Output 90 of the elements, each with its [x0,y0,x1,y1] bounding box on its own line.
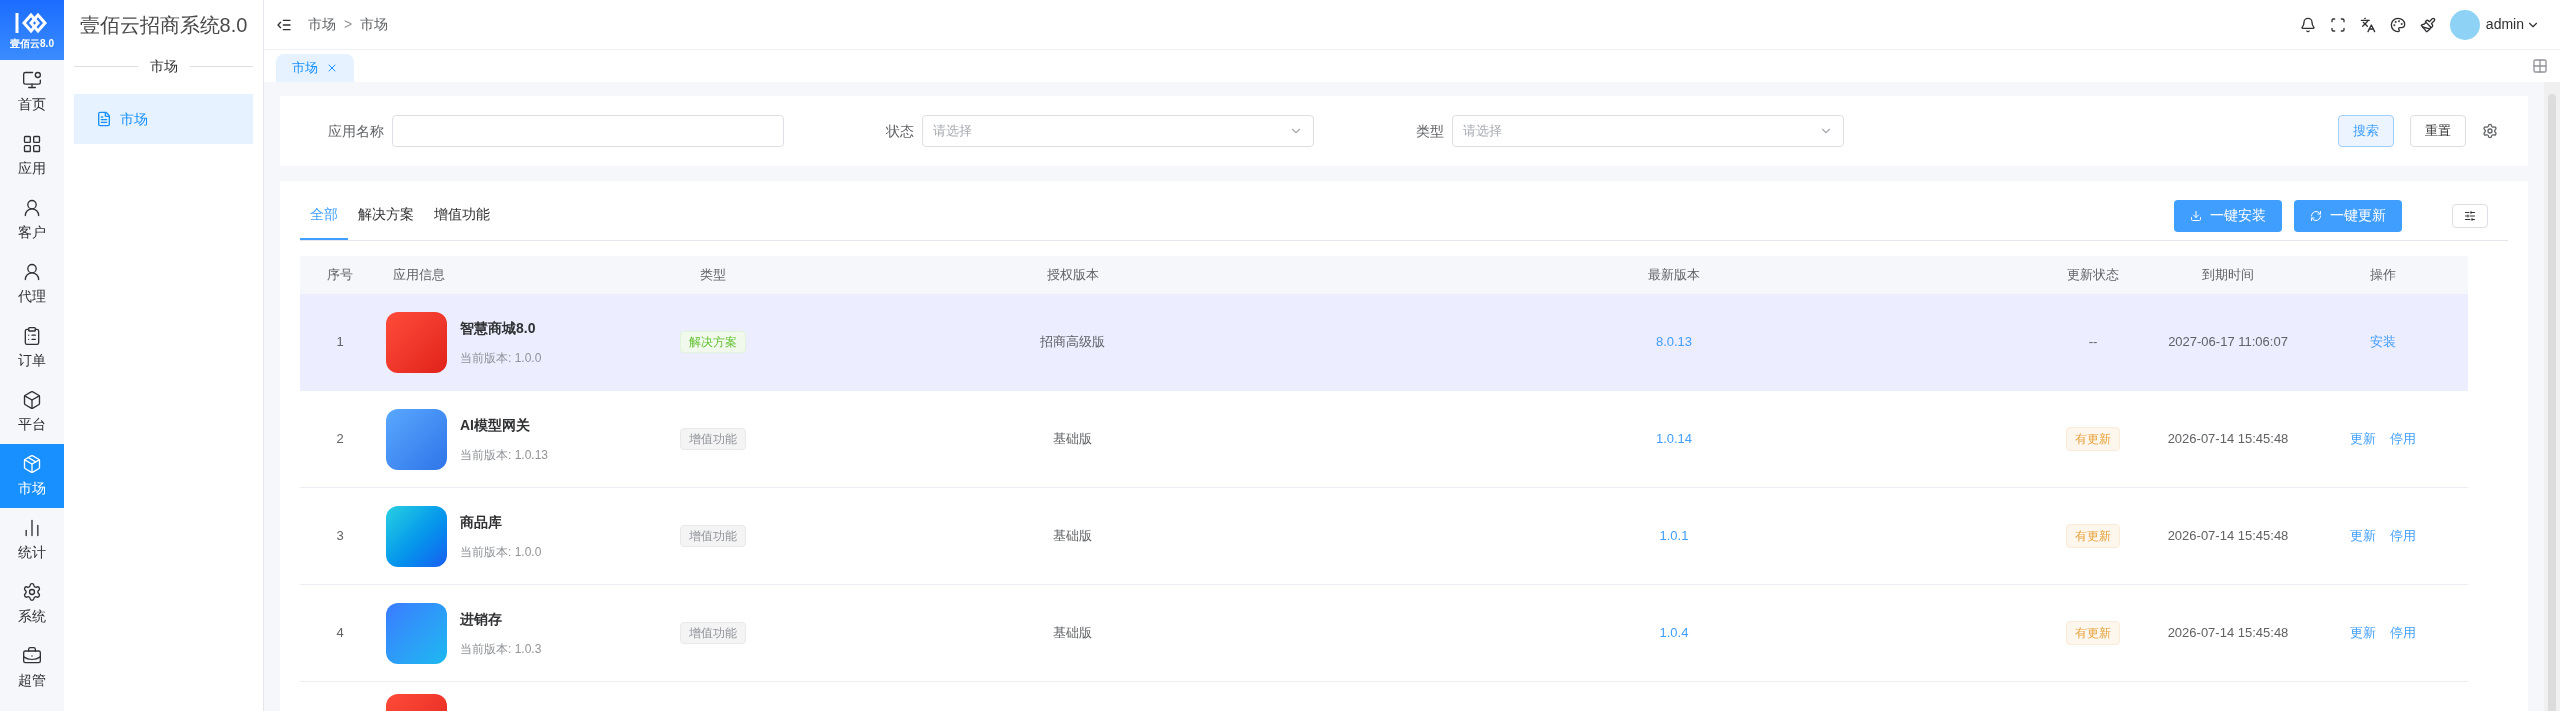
palette-icon[interactable] [2389,16,2406,33]
filter-label: 应用名称 [327,121,384,141]
sliders-icon [2464,209,2476,222]
current-version: 当前版本: 1.0.13 [460,446,549,464]
nav-item[interactable]: 平台 [0,380,64,444]
settings-icon[interactable] [2482,123,2498,139]
document-icon [96,111,112,127]
type-tag: 增值功能 [679,525,746,547]
latest-version: 1.0.1 [1658,527,1690,546]
license-edition: 基础版 [1052,527,1093,546]
expiry-time: 2026-07-14 15:45:48 [2166,527,2290,546]
nav-item[interactable]: 超管 [0,636,64,700]
app-title: 壹佰云招商系统8.0 [78,13,249,38]
update-status: -- [2088,333,2098,352]
type-tag: 增值功能 [679,428,746,450]
app-name: 智慧商城8.0 [460,318,537,338]
column-header: 应用信息 [392,266,446,285]
type-tag: 解决方案 [679,331,746,353]
expiry-time: 2026-07-14 15:45:48 [2166,430,2290,449]
current-version: 当前版本: 1.0.0 [460,349,542,367]
column-header: 更新状态 [2066,266,2120,285]
briefcase-icon [22,645,42,666]
grid-icon [22,133,42,154]
grid-icon[interactable] [2532,58,2548,74]
latest-version: 1.0.4 [1658,624,1690,643]
latest-version: 8.0.13 [1654,333,1694,352]
row-number: 2 [335,430,345,449]
nav-item[interactable]: 系统 [0,572,64,636]
filter-label: 状态 [885,121,914,141]
current-version: 当前版本: 1.0.3 [460,640,542,658]
column-header: 到期时间 [2201,266,2255,285]
breadcrumb-separator: > [344,15,353,34]
column-header: 操作 [2369,266,2397,285]
user-icon [22,197,42,218]
row-number: 3 [335,527,345,546]
nav-item[interactable]: 订单 [0,316,64,380]
app-icon [386,408,447,470]
category-tab[interactable]: 增值功能 [424,191,500,240]
expiry-time: 2026-07-14 15:45:48 [2166,624,2290,643]
row-number: 1 [335,333,345,352]
column-settings-button[interactable] [2452,203,2488,228]
license-edition: 基础版 [1052,624,1093,643]
app-icon [386,505,447,567]
current-version: 当前版本: 1.0.0 [460,543,542,561]
update-tag: 有更新 [2066,524,2120,548]
column-header: 授权版本 [1045,266,1100,285]
nav-item[interactable]: 客户 [0,188,64,252]
breadcrumb-item: 市场 [360,15,389,34]
app-name: 商品库 [460,512,503,532]
submenu-heading: 市场 [149,56,178,76]
filter-label: 类型 [1415,121,1444,141]
update-tag: 有更新 [2066,427,2120,451]
row-number: 4 [335,624,345,643]
column-header: 最新版本 [1647,266,1701,285]
nav-item[interactable]: 统计 [0,508,64,572]
app-name: 进销存 [460,609,503,629]
type-tag: 增值功能 [679,622,746,644]
input-field[interactable] [392,115,784,147]
category-tab[interactable]: 解决方案 [348,191,424,240]
app-icon [386,602,447,664]
breadcrumb-item[interactable]: 市场 [308,14,336,35]
nav-item[interactable]: 代理 [0,252,64,316]
fullscreen-icon[interactable] [2329,16,2346,33]
logo-text: 壹佰云8.0 [10,36,54,51]
app-icon [386,311,447,373]
translate-icon[interactable] [2359,16,2376,33]
settings-icon [22,581,42,602]
latest-version: 1.0.14 [1654,430,1694,449]
monitor-icon [22,69,42,90]
column-header: 类型 [698,266,727,285]
table-row[interactable]: 1 智慧商城8.0 当前版本: 1.0.0 解决方案 招商高级版 8.0.13 -- 2027-06-17 11:06:07 安装 [300,294,2468,391]
bell-icon[interactable] [2299,16,2316,33]
clipboard-icon [22,325,42,346]
download-icon [2190,209,2202,222]
brush-icon[interactable] [2419,16,2436,33]
update-tag: 有更新 [2066,621,2120,645]
reset-button[interactable]: 重置 [2410,115,2466,147]
expiry-time: 2027-06-17 11:06:07 [2167,333,2289,352]
license-edition: 基础版 [1052,430,1093,449]
column-header: 序号 [326,266,354,285]
nav-item[interactable]: 首页 [0,60,64,124]
license-edition: 招商高级版 [1039,333,1106,352]
close-icon[interactable] [326,62,338,74]
cube-icon [22,389,42,410]
user-icon [22,261,42,282]
package-icon [22,453,42,474]
user-name[interactable]: admin [2485,14,2524,35]
app-name: AI模型网关 [460,415,531,435]
refresh-icon [2310,209,2322,222]
nav-item[interactable]: 应用 [0,124,64,188]
